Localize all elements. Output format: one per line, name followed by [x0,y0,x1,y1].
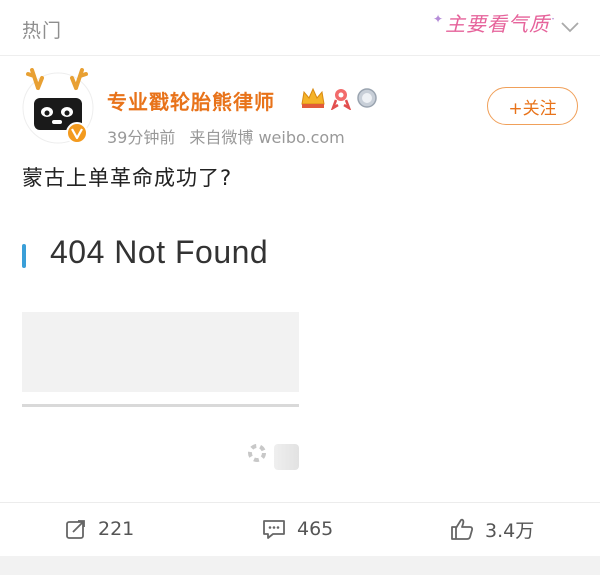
author-name[interactable]: 专业戳轮胎熊律师 [107,86,275,115]
action-bar: 221 465 3.4万 [0,502,600,554]
repost-button[interactable]: 221 [64,515,134,543]
loading-spinner-icon [248,444,266,462]
image-accent-bar [22,244,26,268]
image-blur-block [274,444,299,470]
image-gray-panel [22,312,299,392]
follow-button-label: +关注 [508,98,557,119]
crown-icon[interactable] [300,86,326,110]
slogan-banner: ✦主要看气质· [433,12,556,36]
slogan-text: 主要看气质 [445,12,551,36]
thumbs-up-icon [451,518,474,540]
comment-icon [263,520,285,539]
chevron-down-icon[interactable] [560,20,580,34]
post-source[interactable]: 来自微博 weibo.com [189,128,344,147]
post-image[interactable]: 404 Not Found [22,218,299,480]
image-divider [22,404,299,407]
follow-button[interactable]: +关注 [487,87,578,125]
like-button[interactable]: 3.4万 [449,515,534,543]
post-time: 39分钟前 [107,128,176,147]
repost-count: 221 [98,518,135,540]
hot-tab-label[interactable]: 热门 [22,16,62,43]
repost-icon [66,520,85,539]
weibo-feed-screen: 热门 ✦主要看气质· 专业戳轮胎熊律师 39分钟前 来自微博 weibo.com… [0,0,600,575]
comment-count: 465 [297,518,334,540]
verified-v-icon [66,122,88,144]
feed-separator [0,556,600,575]
ribbon-icon[interactable] [330,86,352,110]
medal-icon[interactable] [356,86,378,110]
post-meta: 39分钟前 来自微博 weibo.com [107,124,345,148]
like-count: 3.4万 [485,519,535,542]
image-title: 404 Not Found [50,234,269,270]
post-text: 蒙古上单革命成功了? [22,166,233,190]
comment-button[interactable]: 465 [261,515,333,543]
feed-header: 热门 ✦主要看气质· [0,0,600,56]
